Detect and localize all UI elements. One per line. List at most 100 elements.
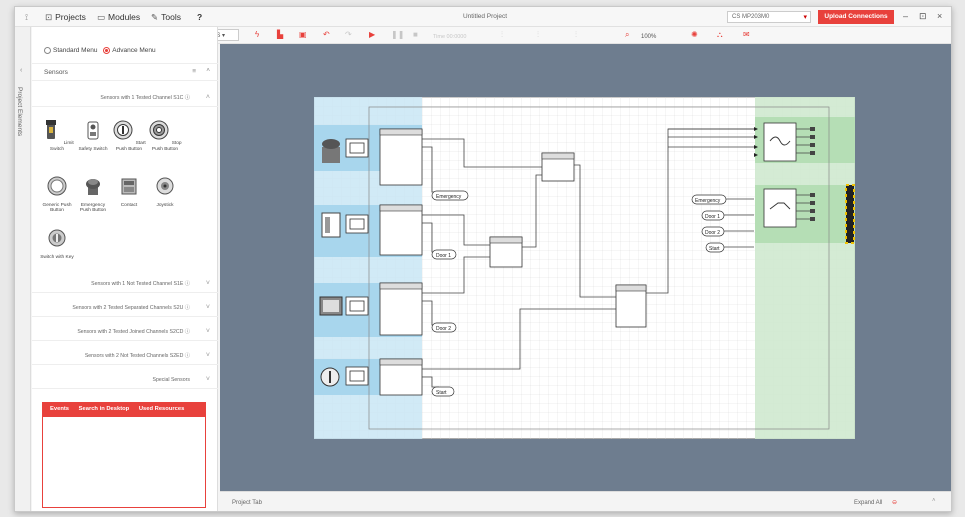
window-title: Untitled Project bbox=[462, 13, 508, 20]
chevron-down-icon: ˅ bbox=[205, 352, 210, 359]
tab-search-in-desktop[interactable]: Search in Desktop bbox=[79, 406, 130, 412]
stop-icon[interactable]: ■ bbox=[413, 30, 418, 40]
trace-icon[interactable]: ⫶ bbox=[537, 30, 539, 40]
network-icon[interactable]: ⛬ bbox=[717, 30, 723, 40]
info-icon[interactable]: ⓘ bbox=[185, 305, 190, 311]
signal-icon[interactable]: ⫶ bbox=[501, 30, 503, 40]
monitor-icon[interactable]: ⫶ bbox=[575, 30, 577, 40]
sensors-2-joined-row[interactable]: Sensors with 2 Tested Joined Channels S2… bbox=[32, 323, 218, 341]
special-sensors-row[interactable]: Special Sensors ˅ bbox=[32, 371, 218, 389]
menu-help[interactable]: ? bbox=[197, 12, 202, 22]
key-switch-icon bbox=[48, 229, 66, 247]
menu-mode-radio: Standard Menu Advance Menu bbox=[44, 47, 156, 54]
output-block-2 bbox=[763, 188, 797, 228]
out-tag-start: Start bbox=[709, 246, 720, 252]
minimize-button[interactable]: – bbox=[903, 11, 908, 21]
collapse-all-icon[interactable]: ⊖ bbox=[892, 499, 897, 506]
component-joystick[interactable]: Joystick bbox=[148, 175, 182, 208]
expand-all-button[interactable]: Expand All bbox=[854, 500, 882, 506]
time-display: Time 00:0000 bbox=[433, 34, 467, 40]
hazard-strip bbox=[846, 185, 854, 243]
toolbar: X1S ▾ ϟ ▙ ▣ ↶ ↷ ▶ ❚❚ ■ Time 00:0000 ⫶ ⫶ … bbox=[203, 27, 951, 44]
chevron-up-icon[interactable]: ˄ bbox=[932, 498, 936, 504]
redo-icon[interactable]: ↷ bbox=[345, 30, 352, 40]
safety-switch-icon bbox=[87, 121, 99, 140]
bottom-panel-tabs: Events Search in Desktop Used Resources bbox=[42, 402, 206, 416]
menu-projects[interactable]: ⊡ Projects bbox=[45, 12, 86, 23]
emergency-push-button-icon bbox=[86, 179, 100, 195]
image-icon[interactable]: ▣ bbox=[299, 30, 307, 40]
component-stop-push-button[interactable]: Stop Push Button bbox=[148, 119, 182, 152]
info-icon[interactable]: ⓘ bbox=[185, 353, 190, 359]
sensors-2-separated-row[interactable]: Sensors with 2 Tested Separated Channels… bbox=[32, 299, 218, 317]
wrench-icon: ✎ bbox=[151, 12, 159, 22]
component-generic-push-button[interactable]: Generic Push Button bbox=[40, 175, 74, 214]
info-icon[interactable]: ⓘ bbox=[185, 281, 190, 287]
sensors-1-tested-channel-row[interactable]: Sensors with 1 Tested Channel S1C ⓘ ˄ bbox=[32, 89, 218, 107]
restore-button[interactable]: ⊡ bbox=[919, 11, 927, 22]
component-safety-switch[interactable]: Safety Switch bbox=[76, 119, 110, 152]
zoom-level: 100% bbox=[641, 34, 657, 40]
block-emergency bbox=[379, 128, 423, 186]
start-push-button-icon bbox=[113, 120, 133, 140]
output-block-1 bbox=[763, 122, 797, 162]
project-tab[interactable]: Project Tab bbox=[232, 500, 262, 506]
emergency-sensor-icon bbox=[322, 139, 340, 163]
info-icon[interactable]: ⓘ bbox=[185, 329, 190, 335]
project-elements-tab[interactable]: ‹ Project Elements bbox=[15, 27, 31, 511]
undo-icon[interactable]: ↶ bbox=[323, 30, 330, 40]
title-bar: ⟟ ⊡ Projects ▭ Modules ✎ Tools ? Untitled P… bbox=[15, 7, 951, 27]
block-door1 bbox=[379, 204, 423, 256]
contact-icon bbox=[121, 178, 137, 195]
tab-used-resources[interactable]: Used Resources bbox=[139, 406, 184, 412]
logic-diagram[interactable]: Emergency Door 1 Door 2 Start Emergency … bbox=[314, 97, 855, 439]
list-icon[interactable]: ≡ bbox=[192, 68, 196, 75]
chevron-down-icon: ˅ bbox=[205, 304, 210, 311]
chevron-up-icon[interactable]: ˄ bbox=[206, 67, 210, 74]
menu-tools[interactable]: ✎ Tools bbox=[151, 12, 181, 23]
stop-push-button-icon bbox=[149, 120, 169, 140]
chevron-down-icon: ˅ bbox=[205, 376, 210, 383]
generic-push-button-icon bbox=[47, 176, 67, 196]
tag-door1: Door 1 bbox=[436, 253, 451, 259]
out-tag-door1: Door 1 bbox=[705, 214, 720, 220]
component-contact[interactable]: Contact bbox=[112, 175, 146, 208]
lightning-icon[interactable]: ϟ bbox=[255, 30, 259, 40]
tag-door2: Door 2 bbox=[436, 326, 451, 332]
component-start-push-button[interactable]: Start Push Button bbox=[112, 119, 146, 152]
advance-menu-radio[interactable] bbox=[103, 47, 111, 54]
block-door2 bbox=[379, 282, 423, 336]
folder-icon: ⊡ bbox=[45, 12, 53, 22]
mail-icon[interactable]: ✉ bbox=[743, 30, 750, 40]
chevron-up-icon: ˄ bbox=[205, 94, 210, 101]
limit-switch-icon bbox=[46, 120, 57, 139]
standard-menu-radio[interactable] bbox=[44, 47, 51, 54]
chevron-left-icon[interactable]: ‹ bbox=[20, 67, 22, 74]
tab-events[interactable]: Events bbox=[50, 406, 69, 412]
component-emergency-push-button[interactable]: Emergency Push Button bbox=[76, 175, 110, 214]
gear-icon[interactable]: ✺ bbox=[691, 30, 698, 40]
start-sensor-icon bbox=[320, 367, 340, 387]
document-icon[interactable]: ▙ bbox=[277, 30, 283, 40]
joystick-icon bbox=[156, 177, 174, 195]
menu-modules[interactable]: ▭ Modules bbox=[97, 12, 140, 23]
component-key-switch[interactable]: Switch with Key bbox=[40, 227, 74, 260]
chevron-down-icon: ˅ bbox=[205, 328, 210, 335]
out-tag-door2: Door 2 bbox=[705, 230, 720, 236]
sensors-section-header[interactable]: Sensors ≡ ˄ bbox=[32, 63, 218, 81]
component-limit-switch[interactable]: Limit Switch bbox=[40, 119, 74, 152]
close-button[interactable]: × bbox=[937, 11, 942, 21]
info-icon[interactable]: ⓘ bbox=[185, 95, 190, 101]
out-tag-emergency: Emergency bbox=[695, 198, 721, 204]
sensors-2-not-tested-row[interactable]: Sensors with 2 Not Tested Channels S2ED … bbox=[32, 347, 218, 365]
app-logo-icon: ⟟ bbox=[25, 12, 29, 22]
sensors-1-not-tested-row[interactable]: Sensors with 1 Not Tested Channel S1E ⓘ ˅ bbox=[32, 275, 218, 293]
device-select[interactable]: CS MP203M0 ▾ bbox=[727, 11, 811, 23]
upload-connections-button[interactable]: Upload Connections bbox=[818, 10, 894, 24]
play-icon[interactable]: ▶ bbox=[369, 30, 375, 40]
pause-icon[interactable]: ❚❚ bbox=[391, 30, 404, 40]
zoom-icon[interactable]: ⌕ bbox=[625, 30, 629, 40]
door2-sensor-icon bbox=[319, 296, 343, 316]
events-panel bbox=[42, 416, 206, 508]
chevron-down-icon: ˅ bbox=[205, 280, 210, 287]
